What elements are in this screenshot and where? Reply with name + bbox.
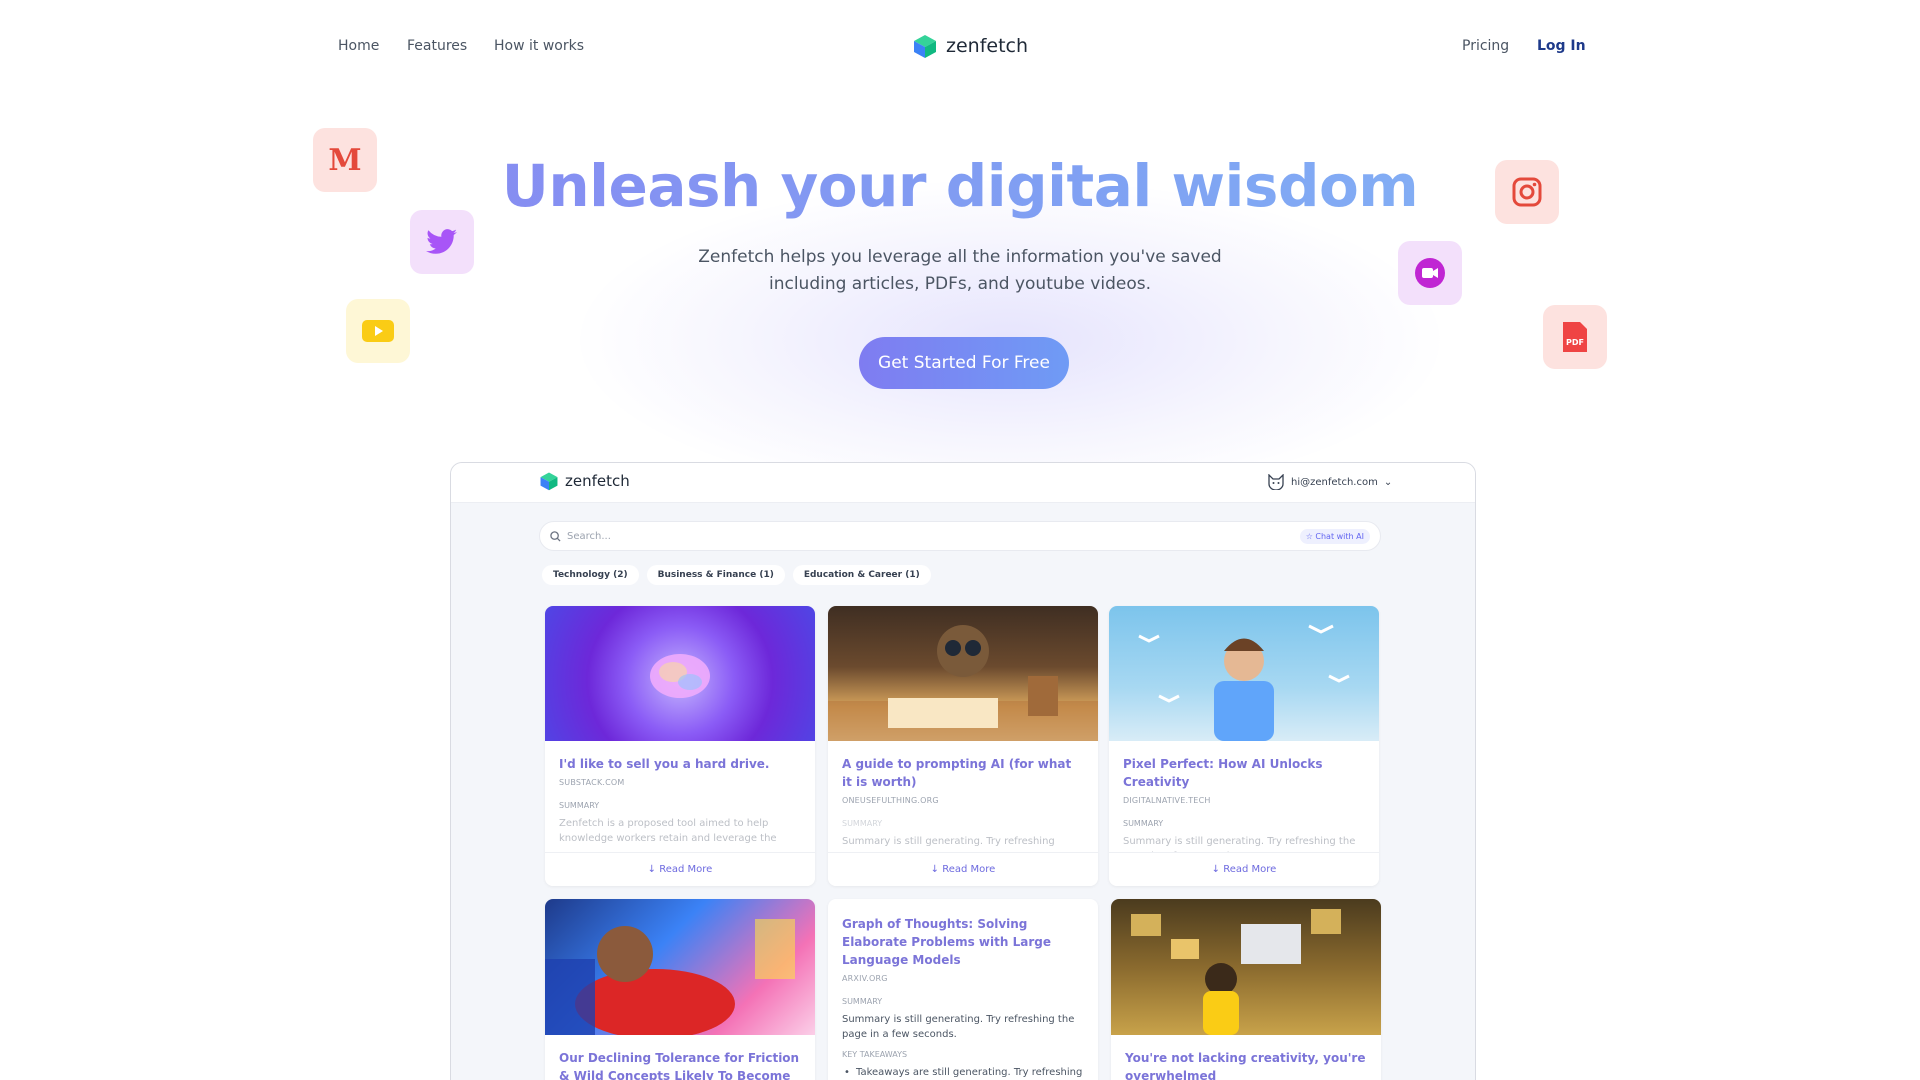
article-thumbnail-man-birds <box>1109 606 1379 741</box>
app-brand[interactable]: zenfetch <box>539 471 630 491</box>
zenfetch-logo-icon <box>540 472 558 491</box>
article-card[interactable]: You're not lacking creativity, you're ov… <box>1111 899 1381 1080</box>
article-title[interactable]: Graph of Thoughts: Solving Elaborate Pro… <box>842 915 1084 969</box>
app-brand-name: zenfetch <box>565 472 630 490</box>
brand-logo[interactable]: zenfetch <box>912 33 1028 59</box>
top-nav: Home Features How it works zenfetch Pric… <box>0 0 1920 96</box>
article-card[interactable]: Graph of Thoughts: Solving Elaborate Pro… <box>828 899 1098 1080</box>
article-source: DIGITALNATIVE.TECH <box>1123 796 1211 805</box>
article-title[interactable]: A guide to prompting AI (for what it is … <box>842 755 1084 791</box>
search-bar[interactable]: Search... ☆ Chat with AI <box>539 521 1381 551</box>
app-preview: zenfetch hi@zenfetch.com ⌄ Search... ☆ C… <box>450 462 1476 1080</box>
zenfetch-logo-icon <box>914 35 936 58</box>
article-card[interactable]: Pixel Perfect: How AI Unlocks Creativity… <box>1109 606 1379 886</box>
article-thumbnail-brain <box>545 606 815 741</box>
article-summary: Zenfetch is a proposed tool aimed to hel… <box>559 818 777 844</box>
summary-label: SUMMARY <box>559 801 600 810</box>
article-thumbnail-lounging-character <box>545 899 815 1035</box>
hero-subtitle-line-2: including articles, PDFs, and youtube vi… <box>768 274 1151 294</box>
nav-features-link[interactable]: Features <box>407 38 467 54</box>
article-card[interactable]: Our Declining Tolerance for Friction & W… <box>545 899 815 1080</box>
cat-avatar-icon <box>1268 474 1284 490</box>
article-title[interactable]: I'd like to sell you a hard drive. <box>559 755 801 773</box>
user-email: hi@zenfetch.com <box>1291 476 1378 488</box>
summary-label: SUMMARY <box>1123 819 1164 828</box>
chip-technology[interactable]: Technology (2) <box>542 565 639 585</box>
chip-education-career[interactable]: Education & Career (1) <box>792 565 931 585</box>
hero-subtitle-line-1: Zenfetch helps you leverage all the info… <box>698 247 1222 267</box>
chip-business-finance[interactable]: Business & Finance (1) <box>646 565 785 585</box>
search-icon <box>550 530 561 542</box>
nav-pricing-link[interactable]: Pricing <box>1462 38 1509 54</box>
youtube-icon <box>346 299 410 363</box>
article-card[interactable]: I'd like to sell you a hard drive. SUBST… <box>545 606 815 886</box>
read-more-button[interactable]: ↓ Read More <box>828 852 1098 886</box>
key-takeaway-item: Takeaways are still generating. Try refr… <box>842 1065 1084 1080</box>
brand-name: zenfetch <box>946 35 1029 57</box>
article-summary: Summary is still generating. Try refresh… <box>842 836 1055 847</box>
read-more-button[interactable]: ↓ Read More <box>545 852 815 886</box>
pdf-icon: PDF <box>1543 305 1607 369</box>
get-started-button[interactable]: Get Started For Free <box>859 337 1069 389</box>
login-link[interactable]: Log In <box>1537 38 1586 54</box>
article-source: ARXIV.ORG <box>842 974 888 983</box>
article-title[interactable]: Pixel Perfect: How AI Unlocks Creativity <box>1123 755 1365 791</box>
svg-text:PDF: PDF <box>1566 338 1584 347</box>
search-input[interactable]: Search... <box>567 531 1294 542</box>
key-takeaways-label: KEY TAKEAWAYS <box>842 1050 908 1059</box>
article-title[interactable]: Our Declining Tolerance for Friction & W… <box>559 1049 801 1080</box>
summary-label: SUMMARY <box>842 819 883 828</box>
chevron-down-icon: ⌄ <box>1383 476 1393 488</box>
summary-label: SUMMARY <box>842 997 883 1006</box>
hero-subtitle: Zenfetch helps you leverage all the info… <box>0 244 1920 298</box>
app-header: zenfetch hi@zenfetch.com ⌄ <box>451 463 1475 503</box>
read-more-button[interactable]: ↓ Read More <box>1109 852 1379 886</box>
category-chips: Technology (2) Business & Finance (1) Ed… <box>542 565 931 585</box>
article-title[interactable]: You're not lacking creativity, you're ov… <box>1125 1049 1367 1080</box>
article-card[interactable]: A guide to prompting AI (for what it is … <box>828 606 1098 886</box>
user-menu[interactable]: hi@zenfetch.com ⌄ <box>1267 474 1392 490</box>
article-source: SUBSTACK.COM <box>559 778 625 787</box>
article-thumbnail-robot-reading <box>828 606 1098 741</box>
hero-title: Unleash your digital wisdom <box>0 152 1920 220</box>
article-thumbnail-overwhelmed-person <box>1111 899 1381 1035</box>
nav-how-it-works-link[interactable]: How it works <box>494 38 584 54</box>
nav-home-link[interactable]: Home <box>338 38 379 54</box>
article-source: ONEUSEFULTHING.ORG <box>842 796 939 805</box>
article-summary: Summary is still generating. Try refresh… <box>842 1014 1075 1040</box>
chat-with-ai-button[interactable]: ☆ Chat with AI <box>1299 528 1370 544</box>
